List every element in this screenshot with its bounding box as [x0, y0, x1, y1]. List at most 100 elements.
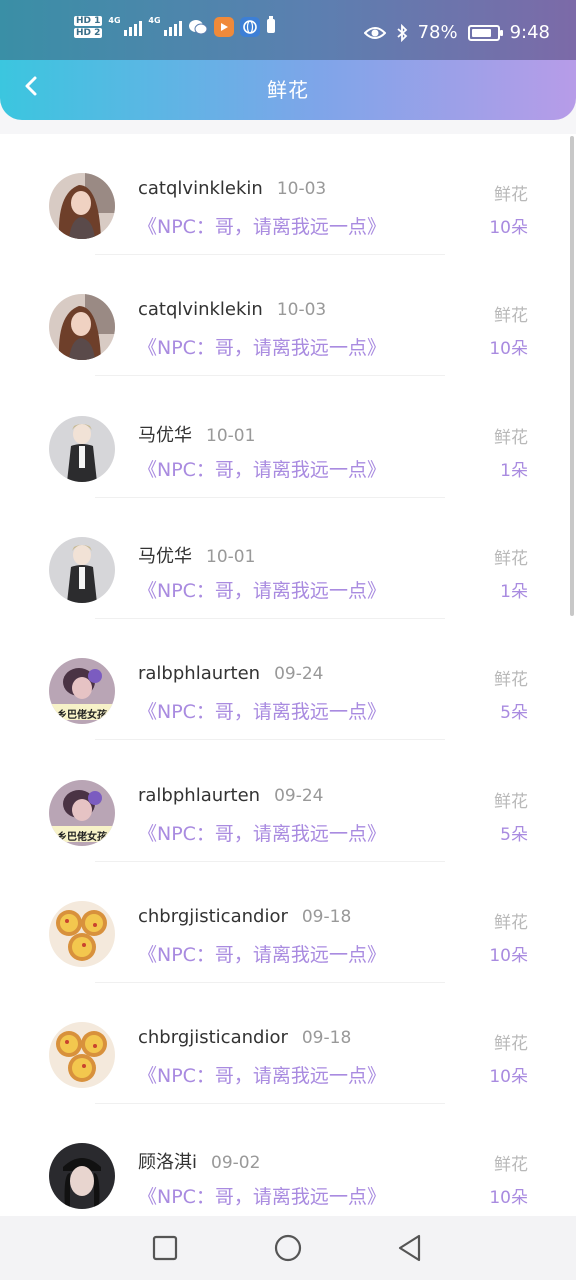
- work-title[interactable]: 《NPC：哥，请离我远一点》: [138, 576, 386, 603]
- work-title[interactable]: 《NPC：哥，请离我远一点》: [138, 1061, 386, 1088]
- gift-count: 5朵: [500, 703, 528, 723]
- status-bar: HD 1 HD 2 4G 4G 78% 9:48: [0, 0, 576, 60]
- row-divider: [95, 739, 445, 740]
- gift-count: 5朵: [500, 825, 528, 845]
- gift-type: 鲜花: [494, 670, 528, 690]
- work-title[interactable]: 《NPC：哥，请离我远一点》: [138, 212, 386, 239]
- battery-small-icon: [266, 16, 276, 38]
- hd2-label: HD 2: [74, 28, 103, 38]
- battery-icon: [467, 24, 503, 41]
- avatar[interactable]: [49, 537, 115, 603]
- home-button[interactable]: [272, 1232, 304, 1264]
- avatar[interactable]: [49, 901, 115, 967]
- gift-record-list[interactable]: catqlvinklekin 10-03 《NPC：哥，请离我远一点》 鲜花 10朵 ca…: [0, 134, 576, 1216]
- recent-apps-button[interactable]: [149, 1232, 181, 1264]
- record-date: 10-03: [276, 179, 327, 199]
- record-date: 09-24: [274, 786, 324, 806]
- work-title[interactable]: 《NPC：哥，请离我远一点》: [138, 697, 386, 724]
- clock: 9:48: [509, 22, 550, 43]
- user-name-line: chbrgjisticandior 09-18: [138, 906, 351, 927]
- signal-2-icon: 4G: [148, 16, 183, 36]
- user-name-line: ralbphlaurten 09-24: [138, 785, 323, 806]
- work-title[interactable]: 《NPC：哥，请离我远一点》: [138, 455, 386, 482]
- work-title[interactable]: 《NPC：哥，请离我远一点》: [138, 819, 386, 846]
- record-date: 09-18: [301, 1028, 352, 1048]
- record-date: 10-03: [276, 300, 327, 320]
- avatar-caption: 乡巴佬女孩: [57, 832, 107, 843]
- user-name-line: 马优华 10-01: [138, 542, 255, 568]
- status-right: 78% 9:48: [363, 22, 550, 43]
- gift-type: 鲜花: [494, 306, 528, 326]
- user-name-line: catqlvinklekin 10-03: [138, 299, 326, 320]
- user-name[interactable]: catqlvinklekin: [138, 299, 263, 320]
- status-left: HD 1 HD 2 4G 4G: [74, 16, 276, 38]
- user-name-line: 顾洛淇i 09-02: [138, 1148, 260, 1174]
- avatar[interactable]: [49, 173, 115, 239]
- user-name-line: 马优华 10-01: [138, 421, 255, 447]
- avatar[interactable]: [49, 294, 115, 360]
- system-back-button[interactable]: [394, 1232, 426, 1264]
- gift-record-row[interactable]: 顾洛淇i 09-02 《NPC：哥，请离我远一点》 鲜花 10朵: [0, 1104, 560, 1216]
- user-name[interactable]: ralbphlaurten: [138, 785, 260, 806]
- avatar-caption: 乡巴佬女孩: [57, 710, 107, 721]
- bluetooth-icon: [396, 23, 407, 42]
- gift-record-row[interactable]: chbrgjisticandior 09-18 《NPC：哥，请离我远一点》 鲜花 10…: [0, 862, 560, 983]
- work-title[interactable]: 《NPC：哥，请离我远一点》: [138, 940, 386, 967]
- work-title[interactable]: 《NPC：哥，请离我远一点》: [138, 1182, 386, 1209]
- gift-count: 10朵: [489, 218, 528, 238]
- gift-count: 1朵: [500, 461, 528, 481]
- avatar[interactable]: [49, 416, 115, 482]
- eye-icon: [363, 26, 386, 39]
- browser-app-icon: [240, 17, 261, 37]
- hd1-label: HD 1: [74, 16, 103, 26]
- user-name[interactable]: ralbphlaurten: [138, 663, 260, 684]
- avatar[interactable]: [49, 1022, 115, 1088]
- gift-record-row[interactable]: 马优华 10-01 《NPC：哥，请离我远一点》 鲜花 1朵: [0, 498, 560, 619]
- user-name-line: catqlvinklekin 10-03: [138, 178, 326, 199]
- user-name[interactable]: 马优华: [138, 425, 192, 446]
- user-name[interactable]: 马优华: [138, 546, 192, 567]
- battery-percent: 78%: [417, 22, 458, 43]
- gift-record-row[interactable]: catqlvinklekin 10-03 《NPC：哥，请离我远一点》 鲜花 10朵: [0, 255, 560, 376]
- system-nav-bar: [0, 1216, 576, 1280]
- user-name[interactable]: 顾洛淇i: [138, 1152, 197, 1173]
- gift-type: 鲜花: [494, 1034, 528, 1054]
- scrollbar[interactable]: [570, 136, 574, 616]
- record-date: 09-18: [301, 907, 352, 927]
- app-header: 鲜花: [0, 60, 576, 116]
- gift-count: 10朵: [489, 339, 528, 359]
- gift-type: 鲜花: [494, 185, 528, 205]
- avatar[interactable]: 乡巴佬女孩: [49, 780, 115, 846]
- gift-record-row[interactable]: 马优华 10-01 《NPC：哥，请离我远一点》 鲜花 1朵: [0, 377, 560, 498]
- avatar[interactable]: 乡巴佬女孩: [49, 658, 115, 724]
- circle-icon: [274, 1234, 302, 1262]
- gift-record-row[interactable]: catqlvinklekin 10-03 《NPC：哥，请离我远一点》 鲜花 10朵: [0, 134, 560, 255]
- record-date: 09-24: [274, 664, 324, 684]
- gift-count: 10朵: [489, 1188, 528, 1208]
- gift-count: 10朵: [489, 946, 528, 966]
- avatar[interactable]: [49, 1143, 115, 1209]
- signal-1-icon: 4G: [108, 16, 143, 36]
- square-icon: [152, 1235, 178, 1261]
- page-title: 鲜花: [267, 78, 309, 102]
- user-name[interactable]: chbrgjisticandior: [138, 1027, 288, 1048]
- gift-count: 1朵: [500, 582, 528, 602]
- gift-count: 10朵: [489, 1067, 528, 1087]
- video-app-icon: [214, 17, 235, 37]
- hd-indicator: HD 1 HD 2: [74, 16, 103, 38]
- user-name-line: ralbphlaurten 09-24: [138, 663, 323, 684]
- gift-record-row[interactable]: 乡巴佬女孩 ralbphlaurten 09-24 《NPC：哥，请离我远一点》 鲜花 5…: [0, 619, 560, 740]
- net1-label: 4G: [108, 16, 121, 25]
- gift-type: 鲜花: [494, 792, 528, 812]
- gift-record-row[interactable]: 乡巴佬女孩 ralbphlaurten 09-24 《NPC：哥，请离我远一点》 鲜花 5…: [0, 741, 560, 862]
- wechat-icon: [188, 17, 208, 37]
- gift-record-row[interactable]: chbrgjisticandior 09-18 《NPC：哥，请离我远一点》 鲜花 10…: [0, 983, 560, 1104]
- user-name[interactable]: chbrgjisticandior: [138, 906, 288, 927]
- record-date: 09-02: [211, 1153, 261, 1173]
- user-name-line: chbrgjisticandior 09-18: [138, 1027, 351, 1048]
- work-title[interactable]: 《NPC：哥，请离我远一点》: [138, 333, 386, 360]
- gift-type: 鲜花: [494, 428, 528, 448]
- gift-type: 鲜花: [494, 549, 528, 569]
- gift-type: 鲜花: [494, 1155, 528, 1175]
- user-name[interactable]: catqlvinklekin: [138, 178, 263, 199]
